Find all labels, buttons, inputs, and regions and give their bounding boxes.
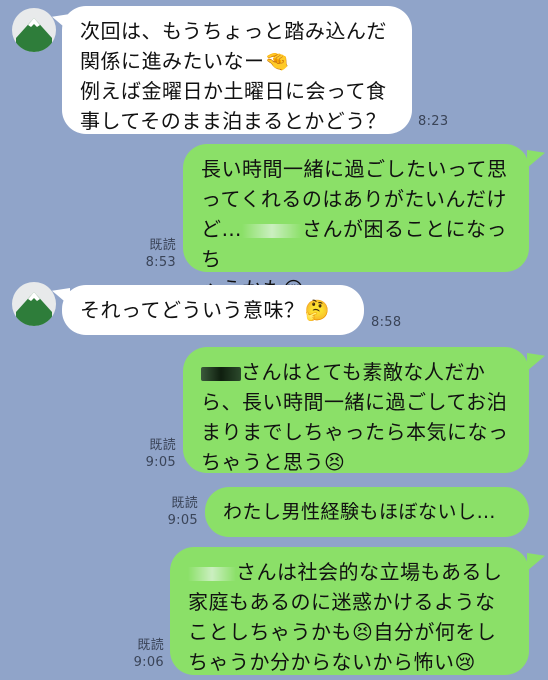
message-line: ど… xyxy=(201,217,242,241)
sender-avatar[interactable] xyxy=(12,8,56,52)
message-time: 8:58 xyxy=(371,315,402,330)
bubble-tail xyxy=(527,553,545,571)
read-receipt: 既読 9:05 xyxy=(160,495,198,529)
message-line: 長い時間一緒に過ごしたいって思 xyxy=(201,157,508,181)
message-bubble-incoming[interactable]: 次回は、もうちょっと踏み込んだ 関係に進みたいなー🤏 例えば金曜日か土曜日に会っ… xyxy=(62,6,412,134)
message-bubble-outgoing[interactable]: 長い時間一緒に過ごしたいって思 ってくれるのはありがたいんだけ ど… さんが困るこ… xyxy=(183,144,529,301)
message-line: 次回は、もうちょっと踏み込んだ xyxy=(80,19,387,43)
message-time: 8:53 xyxy=(145,255,176,270)
message-line: さんはとても素敵な人だか xyxy=(241,360,486,384)
read-status: 既読 xyxy=(149,438,176,453)
read-receipt: 既読 8:53 xyxy=(138,237,176,271)
read-receipt: 既読 9:05 xyxy=(138,437,176,471)
message-line: わたし男性経験もほぼないし… xyxy=(223,501,497,523)
message-line: 家庭もあるのに迷惑かけるような xyxy=(188,590,496,614)
message-time: 9:05 xyxy=(167,513,198,528)
message-bubble-outgoing[interactable]: わたし男性経験もほぼないし… xyxy=(205,487,529,537)
message-line: ちゃうか分からないから怖い😢 xyxy=(188,650,476,674)
message-bubble-incoming[interactable]: それってどういう意味？🤔 xyxy=(62,285,364,335)
message-line: ちゃうと思う😣 xyxy=(201,450,346,474)
message-line: ことしちゃうかも😣自分が何をし xyxy=(188,620,497,644)
message-line: 例えば金曜日か土曜日に会って食 xyxy=(80,79,387,103)
message-line: 事してそのまま泊まるとかどう？ xyxy=(80,109,387,133)
read-status: 既読 xyxy=(137,638,164,653)
message-time: 9:06 xyxy=(133,655,164,670)
read-status: 既読 xyxy=(171,496,198,511)
read-receipt: 既読 9:06 xyxy=(126,637,164,671)
redacted-name xyxy=(242,223,302,238)
message-bubble-outgoing[interactable]: さんは社会的な立場もあるし 家庭もあるのに迷惑かけるような ことしちゃうかも😣自… xyxy=(170,547,529,675)
message-line: 関係に進みたいなー🤏 xyxy=(80,49,290,73)
read-status: 既読 xyxy=(149,238,176,253)
mountain-avatar-icon xyxy=(16,18,52,52)
bubble-tail xyxy=(527,150,545,168)
redacted-name xyxy=(188,566,236,581)
message-line: それってどういう意味？🤔 xyxy=(80,298,330,322)
redacted-name xyxy=(201,366,241,381)
bubble-tail xyxy=(527,353,545,371)
message-line: さんは社会的な立場もあるし xyxy=(236,560,503,584)
message-time: 9:05 xyxy=(145,455,176,470)
message-line: ってくれるのはありがたいんだけ xyxy=(201,187,507,211)
message-bubble-outgoing[interactable]: さんはとても素敵な人だか ら、長い時間一緒に過ごしてお泊 まりまでしちゃったら本… xyxy=(183,347,529,474)
message-line: ら、長い時間一緒に過ごしてお泊 xyxy=(201,390,508,414)
message-time: 8:23 xyxy=(418,114,449,129)
message-line: まりまでしちゃったら本気になっ xyxy=(201,420,509,444)
mountain-avatar-icon xyxy=(16,292,52,326)
sender-avatar[interactable] xyxy=(12,282,56,326)
